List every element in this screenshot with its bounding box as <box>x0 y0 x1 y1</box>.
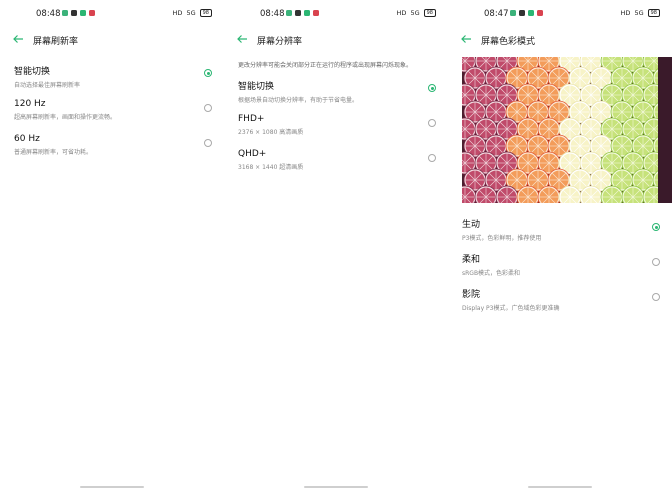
option-description: sRGB模式，色彩柔和 <box>462 270 521 277</box>
option-fhd[interactable]: FHD+ 2376 × 1080 高清画质 <box>238 114 436 136</box>
option-label: 智能切换 <box>238 82 275 92</box>
message-icon <box>62 10 68 16</box>
radio-unselected[interactable] <box>652 258 660 266</box>
signal-icon: 5G <box>634 9 644 17</box>
option-description: 普通屏幕刷新率，可省功耗。 <box>14 149 93 156</box>
header: 屏幕分辨率 <box>224 33 448 47</box>
page-title: 屏幕分辨率 <box>257 37 303 47</box>
weibo-icon <box>295 10 301 16</box>
status-right: HD 5G 98 <box>621 9 660 17</box>
option-label: 影院 <box>462 290 481 300</box>
resolution-warning-text: 更改分辨率可能会关闭部分正在运行的程序或出现屏幕闪烁现象。 <box>238 62 413 69</box>
option-description: 2376 × 1080 高清画质 <box>238 129 304 136</box>
weibo-icon <box>519 10 525 16</box>
weibo-icon <box>71 10 77 16</box>
status-right: HD 5G 98 <box>397 9 436 17</box>
home-indicator[interactable] <box>528 486 592 488</box>
option-description: 根据场景自动切换分辨率，有助于节省电量。 <box>238 97 359 104</box>
citrus-slices-picture <box>462 57 672 203</box>
radio-unselected[interactable] <box>428 154 436 162</box>
radio-unselected[interactable] <box>204 104 212 112</box>
app-icon <box>313 10 319 16</box>
option-label: 120 Hz <box>14 99 46 109</box>
status-time: 08:48 <box>260 9 285 19</box>
option-label: 柔和 <box>462 255 481 265</box>
status-time: 08:48 <box>36 9 61 19</box>
app-icon <box>537 10 543 16</box>
message-icon <box>286 10 292 16</box>
battery-icon: 98 <box>423 9 436 17</box>
back-arrow-icon[interactable] <box>12 33 24 45</box>
hd-icon: HD <box>620 9 631 17</box>
battery-icon: 98 <box>647 9 660 17</box>
option-label: FHD+ <box>238 114 265 124</box>
panel-resolution: 08:48 HD 5G 98 屏幕分辨率 更改分辨率可能会关闭部分正在运行的程序… <box>224 0 448 491</box>
status-bar: 08:48 HD 5G 98 <box>224 8 448 20</box>
battery-icon: 98 <box>199 9 212 17</box>
panel-refresh-rate: 08:48 HD 5G 98 屏幕刷新率 智能切换 自动选择最佳屏幕刷新率 12… <box>0 0 224 491</box>
status-right: HD 5G 98 <box>173 9 212 17</box>
option-label: 60 Hz <box>14 134 40 144</box>
back-arrow-icon[interactable] <box>460 33 472 45</box>
radio-selected[interactable] <box>204 69 212 77</box>
panel-color-mode: 08:47 HD 5G 98 屏幕色彩模式 生动 P3模式，色彩鲜明，推荐使用 … <box>448 0 672 491</box>
radio-selected[interactable] <box>652 223 660 231</box>
status-bar: 08:48 HD 5G 98 <box>0 8 224 20</box>
home-indicator[interactable] <box>80 486 144 488</box>
option-description: 自动选择最佳屏幕刷新率 <box>14 82 81 89</box>
app-icon <box>528 10 534 16</box>
home-indicator[interactable] <box>304 486 368 488</box>
app-icon <box>89 10 95 16</box>
signal-icon: 5G <box>410 9 420 17</box>
option-description: 3168 × 1440 超清画质 <box>238 164 304 171</box>
hd-icon: HD <box>172 9 183 17</box>
message-icon <box>510 10 516 16</box>
radio-unselected[interactable] <box>204 139 212 147</box>
option-label: 生动 <box>462 220 481 230</box>
radio-unselected[interactable] <box>428 119 436 127</box>
app-icon <box>80 10 86 16</box>
hd-icon: HD <box>396 9 407 17</box>
option-soft[interactable]: 柔和 sRGB模式，色彩柔和 <box>462 252 660 277</box>
option-smart-switch[interactable]: 智能切换 自动选择最佳屏幕刷新率 <box>14 64 212 89</box>
option-description: Display P3模式，广色域色彩更准确 <box>462 305 560 312</box>
citrus-preview-image <box>462 57 672 203</box>
option-qhd[interactable]: QHD+ 3168 × 1440 超清画质 <box>238 149 436 171</box>
signal-icon: 5G <box>186 9 196 17</box>
header: 屏幕色彩模式 <box>448 33 672 47</box>
page-title: 屏幕刷新率 <box>33 37 79 47</box>
notification-icons <box>286 10 319 16</box>
option-label: 智能切换 <box>14 67 51 77</box>
option-cinema[interactable]: 影院 Display P3模式，广色域色彩更准确 <box>462 287 660 312</box>
radio-unselected[interactable] <box>652 293 660 301</box>
radio-selected[interactable] <box>428 84 436 92</box>
page-title: 屏幕色彩模式 <box>481 37 536 47</box>
header: 屏幕刷新率 <box>0 33 224 47</box>
option-60hz[interactable]: 60 Hz 普通屏幕刷新率，可省功耗。 <box>14 134 212 156</box>
option-label: QHD+ <box>238 149 267 159</box>
option-smart-switch[interactable]: 智能切换 根据场景自动切换分辨率，有助于节省电量。 <box>238 79 436 104</box>
option-vivid[interactable]: 生动 P3模式，色彩鲜明，推荐使用 <box>462 217 660 242</box>
app-icon <box>304 10 310 16</box>
option-description: P3模式，色彩鲜明，推荐使用 <box>462 235 542 242</box>
status-bar: 08:47 HD 5G 98 <box>448 8 672 20</box>
notification-icons <box>510 10 543 16</box>
back-arrow-icon[interactable] <box>236 33 248 45</box>
notification-icons <box>62 10 95 16</box>
status-time: 08:47 <box>484 9 509 19</box>
option-120hz[interactable]: 120 Hz 超高屏幕刷新率，画面和操作更流畅。 <box>14 99 212 121</box>
option-description: 超高屏幕刷新率，画面和操作更流畅。 <box>14 114 117 121</box>
